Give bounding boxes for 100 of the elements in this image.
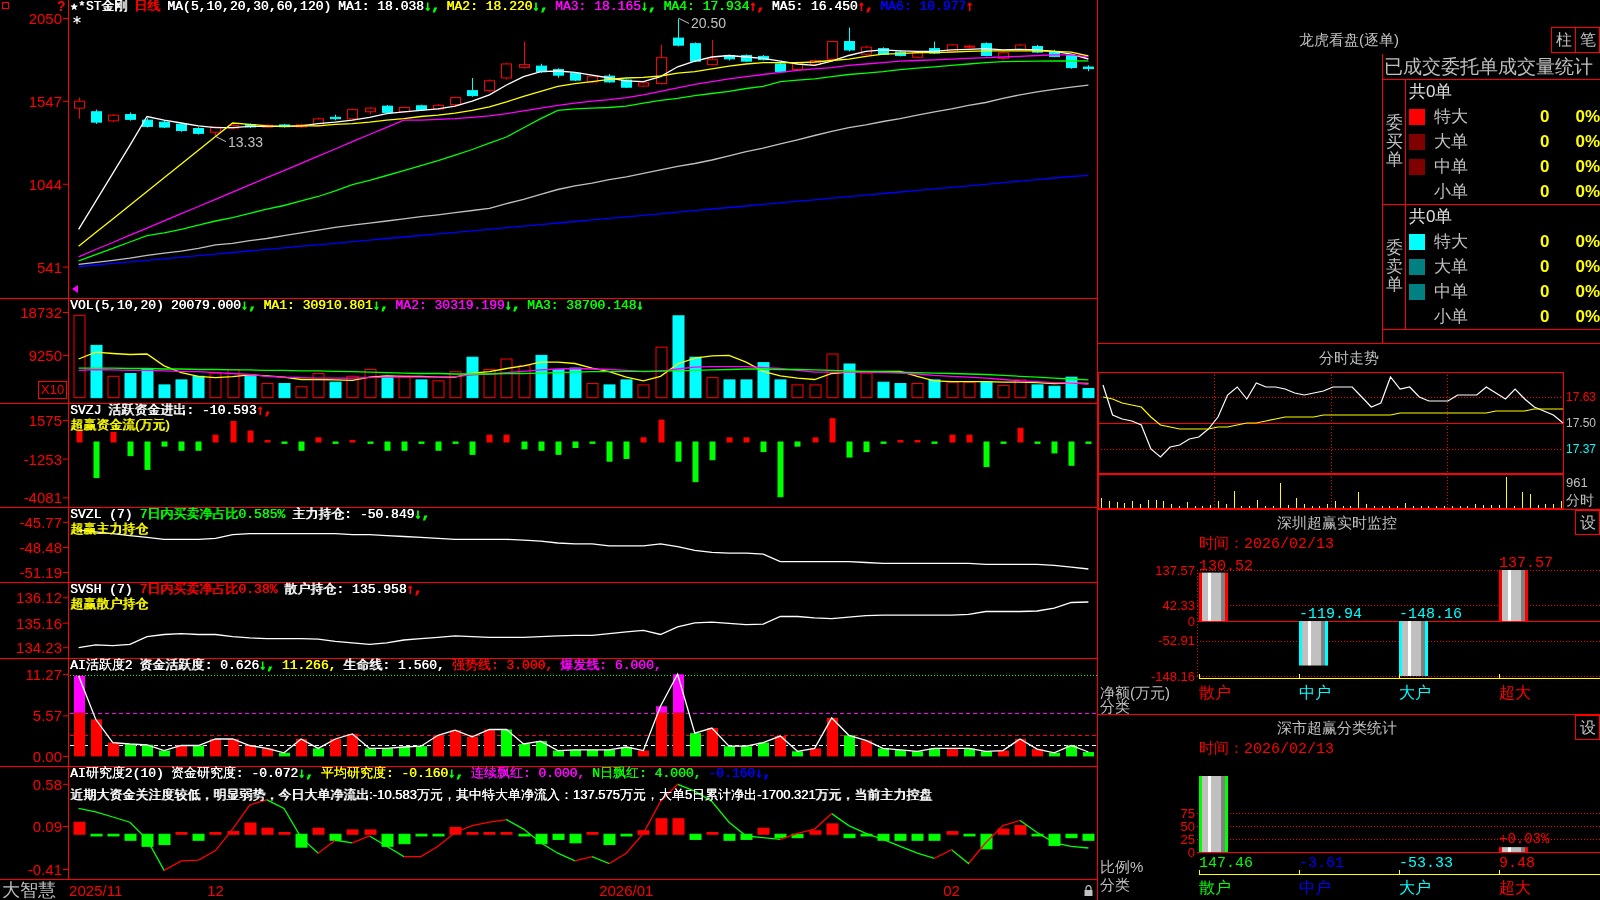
legend-label: 散户持仓: 135.958	[284, 583, 407, 597]
order-count: 0	[1540, 106, 1550, 127]
order-size-label: 大单	[1434, 256, 1468, 277]
trend-arrow: ↑,	[256, 404, 273, 418]
order-share: 0%	[1575, 131, 1600, 152]
trend-arrow: ↑,	[406, 583, 423, 597]
trend-arrow: ↓,	[298, 767, 314, 781]
category-label: 大户	[1399, 683, 1431, 701]
legend-label: 强势线: 3.000,	[451, 659, 554, 673]
legend-label: -0.160	[708, 767, 756, 781]
annotation-label: +0.03%	[1499, 831, 1550, 848]
axis-label: 137.57	[1155, 562, 1195, 578]
axis-label: 25	[1180, 831, 1195, 847]
value-label: -148.16	[1399, 606, 1462, 624]
order-size-label: 大单	[1434, 131, 1468, 152]
axis-label: 134.23	[16, 639, 62, 657]
category-label: 中户	[1299, 878, 1331, 896]
value-label: -3.61	[1299, 854, 1344, 872]
category-label: 散户	[1199, 683, 1231, 701]
order-share: 0%	[1575, 181, 1600, 202]
value-label: 147.46	[1199, 854, 1253, 872]
legend-label: 爆发线: 6.000,	[560, 659, 662, 673]
legend-label: 资金活跃度: 0.626	[139, 659, 259, 673]
axis-label: 0.00	[32, 747, 62, 765]
trend-arrow: ↓,	[423, 0, 440, 14]
order-share: 0%	[1575, 231, 1600, 252]
order-size-label: 小单	[1434, 306, 1468, 327]
legend-label: SVSH (7)	[70, 583, 133, 597]
axis-label: -0.41	[27, 861, 62, 879]
axis-label: -148.16	[1150, 668, 1195, 684]
annotation-label: 13.33	[228, 133, 264, 150]
order-total: 共0单	[1409, 207, 1453, 227]
legend-label: MA6: 10.977	[880, 0, 967, 14]
order-count: 0	[1540, 156, 1550, 177]
legend-label: SVZL (7)	[70, 508, 133, 522]
axis-label: 42.33	[1162, 597, 1195, 613]
legend-label: MA2: 18.220	[446, 0, 533, 14]
axis-label: 0.09	[32, 818, 62, 835]
date-label: 12	[207, 881, 224, 899]
legend-label: 活跃资金进出: -10.593	[108, 404, 257, 418]
value-label: -119.94	[1299, 606, 1362, 624]
legend-label: 生命线: 1.560,	[343, 659, 445, 673]
trend-arrow: ↓,	[640, 0, 657, 14]
order-size-label: 中单	[1434, 281, 1468, 302]
order-share: 0%	[1575, 106, 1600, 127]
order-share: 0%	[1575, 281, 1600, 302]
legend-label: AI研究度2(10)	[70, 767, 164, 781]
axis-label: 5.57	[32, 707, 62, 725]
legend-label: 7日内买卖净占比0.585%	[139, 508, 286, 522]
panel-title: 深市超赢分类统计	[1276, 718, 1397, 737]
axis-label: 50	[1180, 818, 1195, 834]
order-size-label: 特大	[1434, 231, 1468, 252]
order-size-label: 中单	[1434, 156, 1468, 177]
axis-label: 0.58	[32, 775, 62, 793]
axis-label: -1253	[23, 450, 62, 468]
trend-arrow: ↑,	[749, 0, 765, 14]
trend-arrow: ↓,	[240, 299, 257, 313]
caption-text: 超赢散户持仓	[70, 597, 148, 611]
legend-label: VOL(5,10,20)	[70, 299, 164, 313]
group-label: 委卖单	[1385, 238, 1403, 296]
axis-label: 0	[1187, 844, 1195, 860]
trend-arrow: ↑,	[857, 0, 874, 14]
axis-label: 0	[1187, 613, 1195, 629]
date-text: 时间：2026/02/13	[1199, 741, 1334, 759]
legend-label: MA2: 30319.199	[395, 299, 505, 313]
axis-label: 17.50	[1566, 416, 1597, 430]
date-label: 2026/01	[599, 881, 654, 899]
axis-label: 136.12	[16, 589, 62, 607]
order-size-label: 特大	[1434, 106, 1468, 127]
order-share: 0%	[1575, 156, 1600, 177]
table-title: 已成交委托单成交量统计	[1384, 55, 1593, 78]
legend-label: MA3: 18.165	[554, 0, 641, 14]
category-label: 超大	[1499, 878, 1531, 896]
axis-label: 1044	[28, 175, 62, 193]
legend-label: 7日内买卖净占比0.38%	[139, 583, 278, 597]
order-share: 0%	[1575, 256, 1600, 277]
axis-title: 分类	[1100, 875, 1130, 893]
annotation-label: 20.50	[691, 15, 727, 32]
axis-title: 分时	[1566, 492, 1594, 508]
legend-label: AI活跃度2	[70, 659, 133, 673]
legend-label: MA(5,10,20,30,60,120)	[167, 0, 332, 14]
value-label: 9.48	[1499, 854, 1535, 872]
order-count: 0	[1540, 181, 1550, 202]
axis-title: 比例%	[1100, 857, 1144, 875]
brand-name: 大智慧	[2, 880, 56, 900]
category-label: 超大	[1499, 683, 1531, 701]
axis-label: 11.27	[25, 666, 62, 683]
axis-label: -52.91	[1158, 633, 1195, 649]
value-label: 137.57	[1499, 555, 1553, 572]
value-label: -53.33	[1399, 854, 1453, 872]
legend-label: 主力持仓: -50.849	[292, 508, 415, 522]
date-text: 时间：2026/02/13	[1199, 536, 1334, 554]
axis-label: 541	[36, 258, 62, 276]
scale-label: 961	[1566, 474, 1588, 490]
trend-arrow: ↑	[966, 0, 974, 14]
axis-label: -51.19	[19, 564, 62, 582]
legend-label: MA1: 30910.801	[263, 299, 373, 313]
axis-label: -4081	[23, 489, 62, 507]
category-label: 中户	[1299, 683, 1331, 701]
help-mark: ?	[57, 0, 66, 13]
